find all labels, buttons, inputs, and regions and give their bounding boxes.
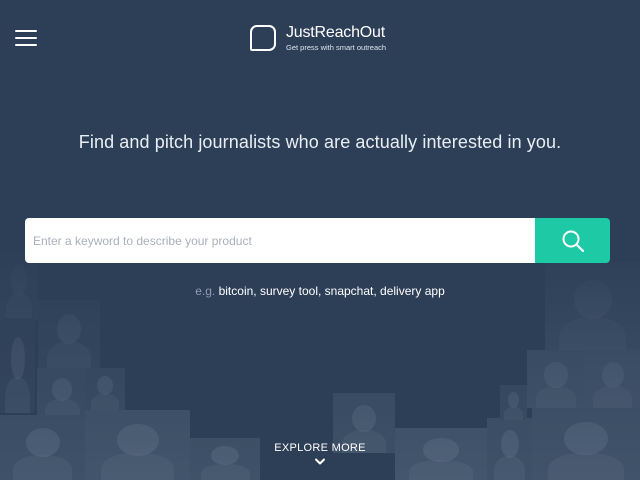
explore-more-button[interactable]: EXPLORE MORE xyxy=(0,442,640,466)
search-button[interactable] xyxy=(535,218,610,263)
brand-name: JustReachOut xyxy=(286,23,385,41)
examples-separator: , xyxy=(253,284,260,298)
search-icon xyxy=(562,230,584,252)
landing-page: JustReachOut Get press with smart outrea… xyxy=(0,0,640,480)
hero-headline: Find and pitch journalists who are actua… xyxy=(78,132,562,152)
brand-tagline: Get press with smart outreach xyxy=(286,42,387,52)
example-link-bitcoin[interactable]: bitcoin xyxy=(219,284,254,298)
example-link-delivery-app[interactable]: delivery app xyxy=(380,284,445,298)
speech-bubble-icon xyxy=(250,25,276,51)
chevron-down-icon xyxy=(315,458,325,465)
example-link-snapchat[interactable]: snapchat xyxy=(325,284,374,298)
hamburger-menu-icon-bar xyxy=(15,44,37,46)
brand-logo[interactable]: JustReachOut Get press with smart outrea… xyxy=(250,22,386,54)
search-input[interactable] xyxy=(25,218,535,263)
examples-separator: , xyxy=(317,284,325,298)
examples-prefix: e.g. xyxy=(195,284,216,298)
hamburger-menu-icon-bar xyxy=(15,37,37,39)
search-bar xyxy=(25,218,610,263)
explore-more-label: EXPLORE MORE xyxy=(274,442,366,454)
search-examples: e.g. bitcoin, survey tool, snapchat, del… xyxy=(0,284,640,298)
hamburger-menu-icon xyxy=(15,30,37,32)
menu-button[interactable] xyxy=(15,29,37,47)
example-link-survey-tool[interactable]: survey tool xyxy=(260,284,318,298)
